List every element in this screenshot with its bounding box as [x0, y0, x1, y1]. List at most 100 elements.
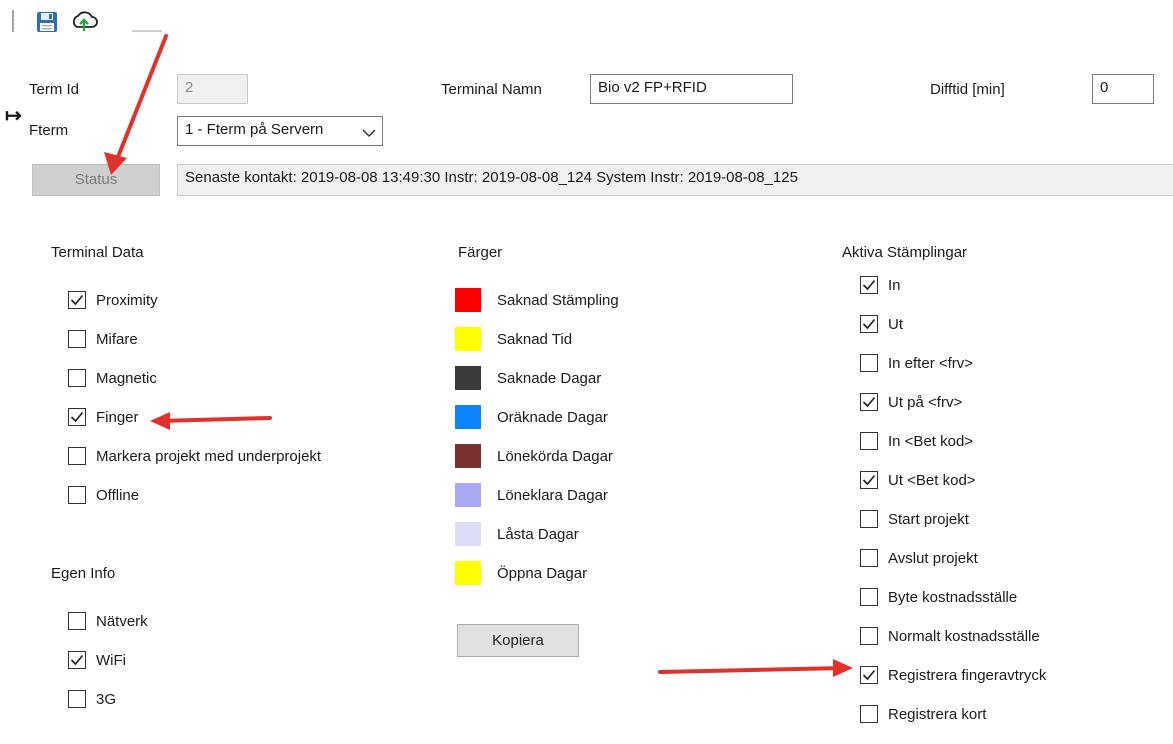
- color-swatch[interactable]: [455, 366, 481, 390]
- active-stamp-option-row[interactable]: Registrera fingeravtryck: [860, 664, 1046, 686]
- color-swatch[interactable]: [455, 405, 481, 429]
- term-id-label: Term Id: [29, 81, 80, 98]
- terminal-data-option-row[interactable]: Proximity: [68, 289, 158, 311]
- arrow-to-status: [114, 34, 168, 164]
- active-stamp-option-row[interactable]: Start projekt: [860, 508, 969, 530]
- color-legend-label: Saknade Dagar: [497, 369, 602, 387]
- egen-info-option-label: Nätverk: [96, 612, 148, 630]
- active-stamp-option-checkbox[interactable]: [860, 471, 878, 489]
- active-stamp-option-row[interactable]: In <Bet kod>: [860, 430, 973, 452]
- active-stamp-option-checkbox[interactable]: [860, 588, 878, 606]
- status-text-field: Senaste kontakt: 2019-08-08 13:49:30 Ins…: [177, 164, 1173, 196]
- active-stamp-option-checkbox[interactable]: [860, 393, 878, 411]
- terminal-data-option-checkbox[interactable]: [68, 408, 86, 426]
- arrow-to-register-fingerprint: [658, 666, 847, 674]
- color-legend-row: Lönekörda Dagar: [455, 443, 613, 469]
- egen-info-title: Egen Info: [51, 565, 116, 582]
- egen-info-option-checkbox[interactable]: [68, 690, 86, 708]
- egen-info-option-checkbox[interactable]: [68, 612, 86, 630]
- active-stamp-option-label: In: [888, 276, 901, 294]
- terminal-data-option-row[interactable]: Finger: [68, 406, 139, 428]
- toolbar-divider: [132, 30, 162, 32]
- colors-title: Färger: [458, 244, 503, 261]
- color-swatch[interactable]: [455, 522, 481, 546]
- egen-info-option-label: WiFi: [96, 651, 126, 669]
- terminal-data-option-checkbox[interactable]: [68, 330, 86, 348]
- color-swatch[interactable]: [455, 288, 481, 312]
- active-stamp-option-checkbox[interactable]: [860, 276, 878, 294]
- fterm-select-value: 1 - Fterm på Servern: [185, 121, 324, 138]
- active-stamp-option-label: Ut <Bet kod>: [888, 471, 976, 489]
- active-stamp-option-checkbox[interactable]: [860, 627, 878, 645]
- color-legend-row: Oräknade Dagar: [455, 404, 608, 430]
- terminal-data-option-checkbox[interactable]: [68, 291, 86, 309]
- terminal-data-option-label: Offline: [96, 486, 140, 504]
- active-stamp-option-row[interactable]: Registrera kort: [860, 703, 986, 725]
- terminal-data-option-checkbox[interactable]: [68, 369, 86, 387]
- color-legend-label: Saknad Tid: [497, 330, 573, 348]
- arrow-head-register: [833, 659, 853, 677]
- color-legend-row: Saknad Tid: [455, 326, 572, 352]
- active-stamp-option-checkbox[interactable]: [860, 549, 878, 567]
- term-id-field[interactable]: 2: [177, 74, 248, 104]
- active-stamp-option-row[interactable]: Ut <Bet kod>: [860, 469, 976, 491]
- active-stamp-option-label: Ut på <frv>: [888, 393, 963, 411]
- active-stamp-option-row[interactable]: In: [860, 274, 901, 296]
- terminal-data-option-row[interactable]: Mifare: [68, 328, 138, 350]
- arrow-to-finger: [156, 416, 272, 423]
- color-legend-row: Öppna Dagar: [455, 560, 587, 586]
- color-swatch[interactable]: [455, 483, 481, 507]
- cloud-upload-icon[interactable]: [70, 9, 98, 35]
- color-swatch[interactable]: [455, 327, 481, 351]
- terminal-data-option-label: Finger: [96, 408, 139, 426]
- terminal-data-option-checkbox[interactable]: [68, 486, 86, 504]
- active-stamp-option-checkbox[interactable]: [860, 354, 878, 372]
- color-legend-label: Låsta Dagar: [497, 525, 579, 543]
- copy-button[interactable]: Kopiera: [457, 624, 579, 657]
- terminal-data-option-row[interactable]: Magnetic: [68, 367, 157, 389]
- active-stamps-title: Aktiva Stämplingar: [842, 244, 968, 261]
- color-swatch[interactable]: [455, 561, 481, 585]
- terminal-data-title: Terminal Data: [51, 244, 144, 261]
- active-stamp-option-label: Registrera kort: [888, 705, 987, 723]
- egen-info-option-label: 3G: [96, 690, 117, 708]
- color-legend-label: Löneklara Dagar: [497, 486, 608, 504]
- chevron-down-icon: [362, 125, 376, 142]
- active-stamp-option-row[interactable]: Ut på <frv>: [860, 391, 962, 413]
- terminal-data-option-label: Mifare: [96, 330, 138, 348]
- active-stamp-option-label: In <Bet kod>: [888, 432, 974, 450]
- toolbar-grip: [12, 10, 14, 32]
- terminal-name-field[interactable]: Bio v2 FP+RFID: [590, 74, 793, 104]
- active-stamp-option-checkbox[interactable]: [860, 510, 878, 528]
- egen-info-option-row[interactable]: 3G: [68, 688, 116, 710]
- active-stamp-option-label: Normalt kostnadsställe: [888, 627, 1040, 645]
- active-stamp-option-row[interactable]: Ut: [860, 313, 903, 335]
- difftid-label: Difftid [min]: [930, 81, 1005, 98]
- active-stamp-option-label: Start projekt: [888, 510, 969, 528]
- active-stamp-option-checkbox[interactable]: [860, 666, 878, 684]
- active-stamp-option-label: Registrera fingeravtryck: [888, 666, 1047, 684]
- active-stamp-option-checkbox[interactable]: [860, 432, 878, 450]
- active-stamp-option-row[interactable]: Avslut projekt: [860, 547, 978, 569]
- save-icon[interactable]: [35, 10, 59, 34]
- fterm-select[interactable]: 1 - Fterm på Servern: [177, 116, 383, 146]
- difftid-field[interactable]: 0: [1092, 74, 1154, 104]
- color-swatch[interactable]: [455, 444, 481, 468]
- terminal-data-option-row[interactable]: Offline: [68, 484, 139, 506]
- terminal-data-option-row[interactable]: Markera projekt med underprojekt: [68, 445, 321, 467]
- color-legend-row: Saknad Stämpling: [455, 287, 619, 313]
- active-stamp-option-checkbox[interactable]: [860, 315, 878, 333]
- egen-info-option-row[interactable]: WiFi: [68, 649, 126, 671]
- color-legend-row: Låsta Dagar: [455, 521, 579, 547]
- active-stamp-option-row[interactable]: Normalt kostnadsställe: [860, 625, 1040, 647]
- arrow-head-finger: [150, 412, 170, 430]
- egen-info-option-row[interactable]: Nätverk: [68, 610, 148, 632]
- active-stamp-option-row[interactable]: In efter <frv>: [860, 352, 973, 374]
- active-stamp-option-checkbox[interactable]: [860, 705, 878, 723]
- status-button[interactable]: Status: [32, 164, 160, 196]
- active-stamp-option-label: Ut: [888, 315, 903, 333]
- terminal-data-option-checkbox[interactable]: [68, 447, 86, 465]
- active-stamp-option-row[interactable]: Byte kostnadsställe: [860, 586, 1017, 608]
- terminal-data-option-label: Magnetic: [96, 369, 157, 387]
- egen-info-option-checkbox[interactable]: [68, 651, 86, 669]
